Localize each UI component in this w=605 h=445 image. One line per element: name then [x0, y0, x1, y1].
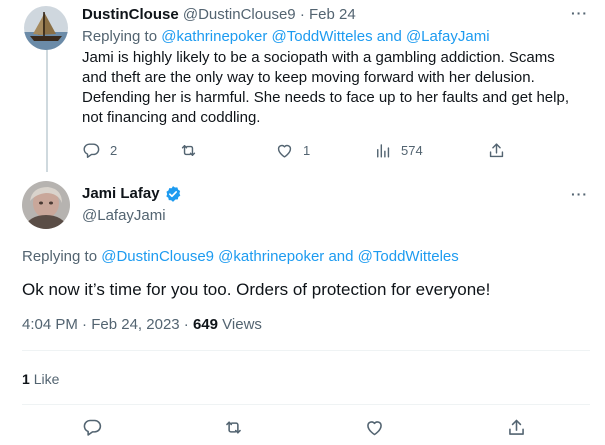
parent-like-count: 1: [303, 143, 311, 158]
reply-icon: [83, 419, 102, 436]
main-author-name[interactable]: Jami Lafay: [82, 184, 160, 204]
divider: [22, 350, 590, 351]
mention-and: and: [328, 248, 354, 265]
share-icon: [489, 143, 504, 158]
main-replying-label: Replying to: [22, 248, 98, 265]
main-replying-to: Replying to @DustinClouse9 @kathrinepoke…: [22, 247, 459, 267]
parent-author-name[interactable]: DustinClouse: [82, 6, 179, 23]
verified-badge-icon[interactable]: [164, 185, 182, 203]
main-like-count: 1: [22, 371, 30, 387]
parent-tweet-line: and theft are the only way to keep movin…: [82, 69, 535, 86]
parent-tweet-line: Jami is highly likely to be a sociopath …: [82, 49, 555, 66]
main-tweet-metadata: 4:04 PM · Feb 24, 2023 · 649 Views: [22, 316, 262, 333]
parent-action-bar: 2 1 574: [0, 141, 605, 161]
retweet-icon: [181, 145, 196, 156]
parent-author-handle[interactable]: @DustinClouse9: [183, 6, 296, 23]
parent-views-button[interactable]: 574: [373, 141, 423, 160]
mention-dustinclouse9[interactable]: @DustinClouse9: [101, 248, 214, 265]
avatar-dustinclouse[interactable]: [24, 6, 68, 50]
parent-reply-button[interactable]: 2: [82, 141, 117, 160]
parent-tweet-text: Jami is highly likely to be a sociopath …: [82, 48, 572, 128]
parent-like-button[interactable]: 1: [275, 141, 310, 160]
parent-replying-to: Replying to @kathrinepoker @ToddWitteles…: [82, 27, 490, 47]
heart-icon: [277, 144, 292, 158]
mention-toddwitteles[interactable]: @ToddWitteles: [358, 248, 459, 265]
divider: [22, 404, 590, 405]
main-more-options-button[interactable]: ···: [571, 186, 588, 202]
main-like-button[interactable]: [364, 417, 385, 443]
parent-tweet-line: Defending her is harmful. She needs to f…: [82, 89, 569, 106]
main-tweet-text: Ok now it’s time for you too. Orders of …: [22, 280, 491, 299]
parent-share-button[interactable]: [487, 141, 506, 160]
parent-more-options-button[interactable]: ···: [571, 5, 588, 21]
parent-replying-label: Replying to: [82, 28, 158, 45]
main-likes-link[interactable]: 1 Like: [22, 369, 59, 389]
parent-tweet-line: not financing and coddling.: [82, 109, 261, 126]
parent-retweet-button[interactable]: [179, 141, 198, 160]
share-icon: [509, 419, 524, 435]
main-retweet-button[interactable]: [223, 417, 244, 443]
main-view-count: 649: [192, 316, 218, 333]
main-action-bar: [0, 417, 605, 439]
main-share-button[interactable]: [506, 417, 527, 443]
avatar-jamilafay[interactable]: [22, 181, 70, 229]
main-reply-button[interactable]: [82, 417, 103, 443]
tweet-thread: DustinClouse @DustinClouse9 · Feb 24 ···…: [0, 0, 605, 445]
main-likes-label: Like: [33, 371, 60, 387]
main-tweet-time[interactable]: 4:04 PM: [22, 316, 78, 333]
main-author-handle[interactable]: @LafayJami: [82, 206, 166, 226]
main-tweet-date[interactable]: Feb 24, 2023: [91, 316, 179, 333]
retweet-icon: [226, 421, 241, 434]
main-views-label: Views: [222, 316, 262, 333]
parent-tweet-date[interactable]: Feb 24: [309, 6, 356, 23]
mention-kathrinepoker[interactable]: @kathrinepoker: [218, 248, 324, 265]
views-icon: [377, 144, 390, 158]
parent-tweet-header: DustinClouse @DustinClouse9 · Feb 24: [82, 6, 356, 23]
reply-icon: [83, 143, 100, 158]
parent-reply-count: 2: [110, 143, 118, 158]
heart-icon: [367, 421, 382, 436]
parent-replying-mentions[interactable]: @kathrinepoker @ToddWitteles and @LafayJ…: [161, 28, 489, 45]
main-author-name-row: Jami Lafay: [82, 184, 182, 204]
parent-view-count: 574: [401, 143, 423, 158]
